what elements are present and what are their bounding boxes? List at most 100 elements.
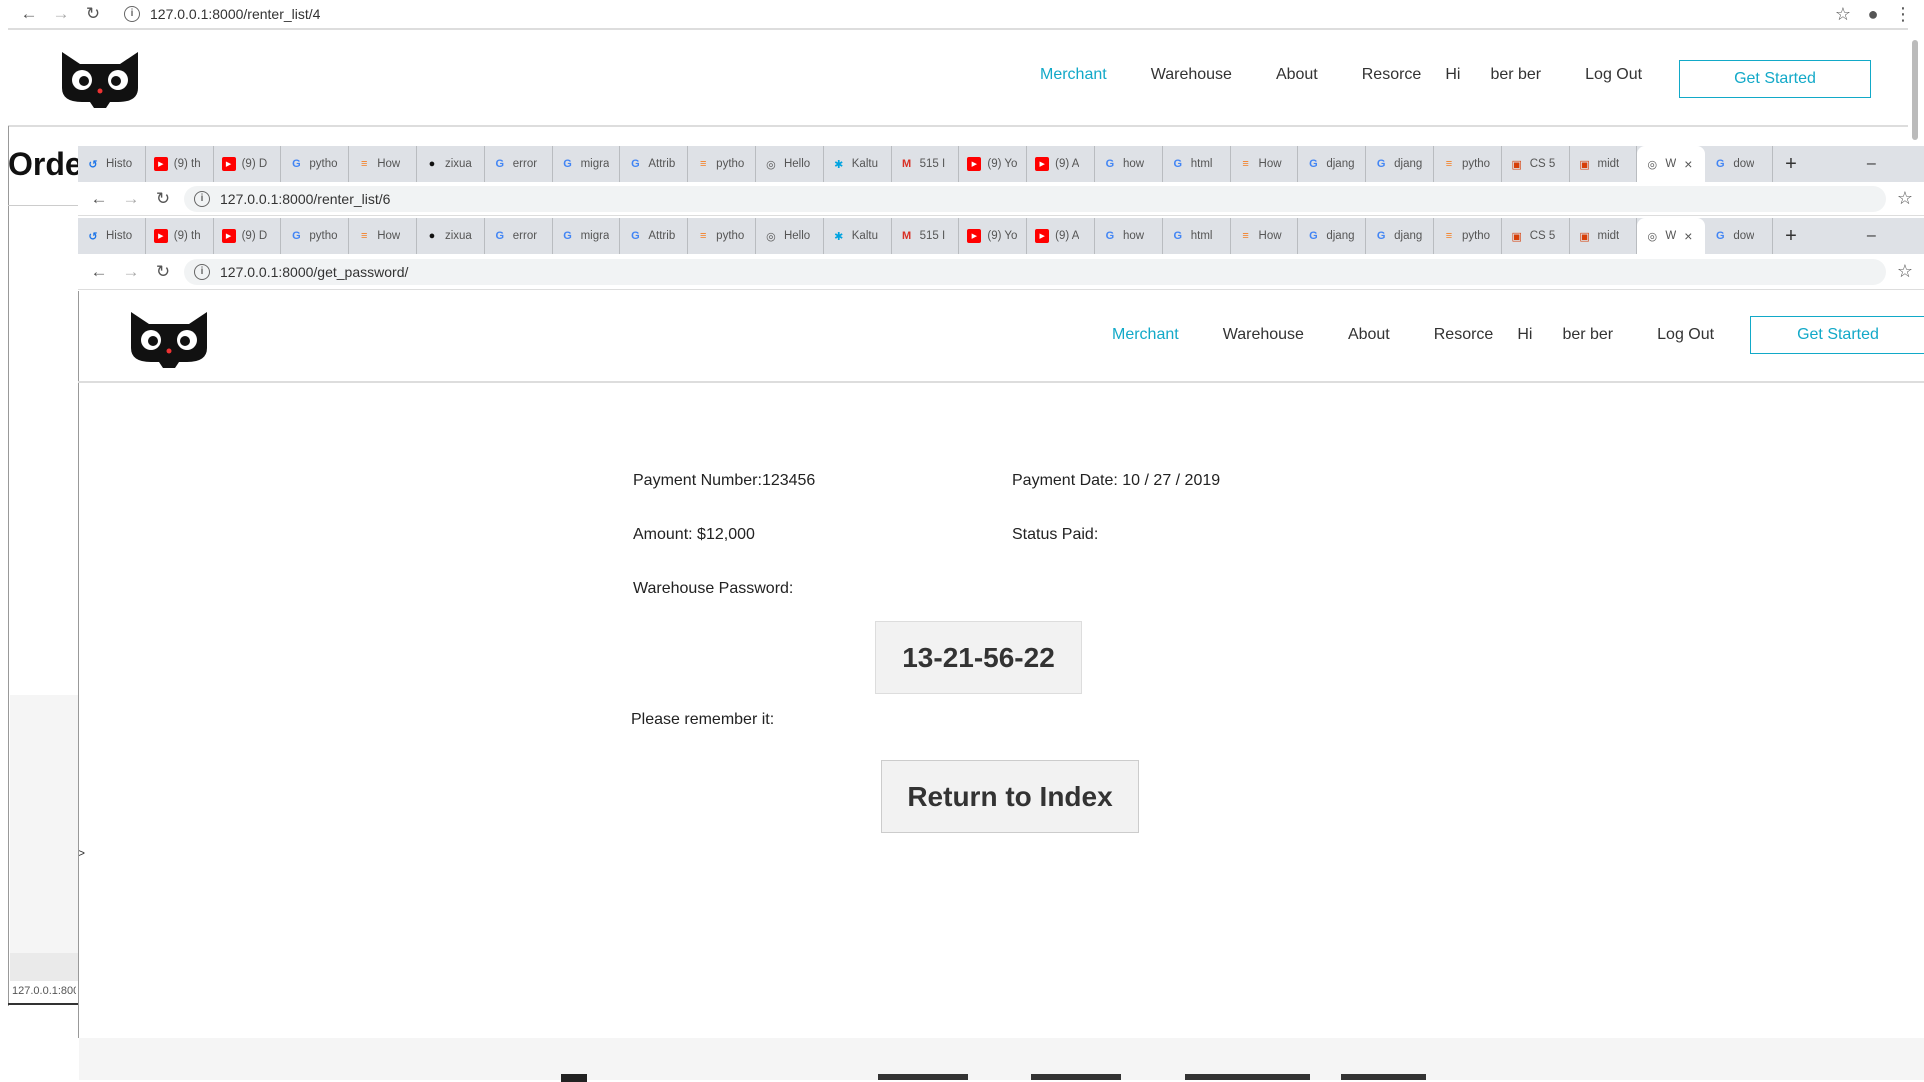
tab-label: migra bbox=[580, 230, 610, 242]
browser-tab[interactable]: ▶ (9) Yo bbox=[959, 218, 1028, 254]
browser-tab[interactable]: G Attrib bbox=[620, 146, 689, 182]
nav-about[interactable]: About bbox=[1348, 326, 1390, 344]
tab-label: (9) Yo bbox=[987, 230, 1018, 242]
browser-tab[interactable]: ≡ How bbox=[349, 218, 417, 254]
youtube-icon: ▶ bbox=[1035, 229, 1050, 243]
return-to-index-button[interactable]: Return to Index bbox=[881, 760, 1139, 833]
nav-about[interactable]: About bbox=[1276, 66, 1318, 84]
browser-tab[interactable]: Gerror bbox=[485, 146, 553, 182]
close-tab-icon[interactable]: × bbox=[1684, 156, 1692, 172]
browser-tab[interactable]: ◎ W × bbox=[1637, 146, 1706, 182]
browser-tab[interactable]: ≡ How bbox=[349, 146, 417, 182]
new-tab-icon[interactable]: + bbox=[1785, 225, 1797, 248]
browser-tab[interactable]: ▶ (9) A bbox=[1027, 146, 1095, 182]
bookmark-star-icon[interactable]: ☆ bbox=[1894, 188, 1916, 210]
browser-tab[interactable]: Gdjang bbox=[1298, 218, 1367, 254]
profile-icon[interactable]: ● bbox=[1862, 3, 1884, 25]
browser-tab[interactable]: ↺ Histo bbox=[78, 218, 146, 254]
nav-merchant[interactable]: Merchant bbox=[1112, 326, 1179, 344]
browser-tab[interactable]: Gdow bbox=[1705, 218, 1774, 254]
get-started-button[interactable]: Get Started bbox=[1679, 60, 1871, 98]
browser-tab[interactable]: ▶ (9) th bbox=[146, 146, 214, 182]
browser-tab[interactable]: Gdjang bbox=[1366, 218, 1434, 254]
browser-tab[interactable]: Gmigra bbox=[553, 146, 621, 182]
browser-tab[interactable]: Gmigra bbox=[553, 218, 621, 254]
info-icon[interactable]: i bbox=[124, 6, 140, 22]
back-arrow-icon[interactable]: ← bbox=[88, 261, 110, 283]
browser-tab[interactable]: ✱ Kaltu bbox=[824, 218, 892, 254]
browser-tab[interactable]: ≡ How bbox=[1231, 146, 1299, 182]
menu-dots-icon[interactable]: ⋮ bbox=[1892, 3, 1914, 25]
browser-tab[interactable]: ● zixua bbox=[417, 146, 485, 182]
browser-tab[interactable]: Gerror bbox=[485, 218, 553, 254]
browser-tab[interactable]: ≡ pytho bbox=[688, 218, 756, 254]
browser-tab[interactable]: ◎ Hello bbox=[756, 146, 824, 182]
nav-warehouse[interactable]: Warehouse bbox=[1223, 326, 1304, 344]
minimize-window-icon[interactable]: – bbox=[1867, 155, 1876, 173]
front-url-field[interactable]: i 127.0.0.1:8000/get_password/ bbox=[184, 258, 1886, 285]
back-arrow-icon[interactable]: ← bbox=[88, 188, 110, 210]
forward-arrow-icon[interactable]: → bbox=[120, 261, 142, 283]
browser-tab[interactable]: ▶ (9) Yo bbox=[959, 146, 1028, 182]
browser-tab[interactable]: Gdjang bbox=[1366, 146, 1434, 182]
browser-tab[interactable]: ◎ W × bbox=[1637, 218, 1706, 254]
forward-arrow-icon[interactable]: → bbox=[50, 3, 72, 25]
reload-icon[interactable]: ↻ bbox=[82, 3, 104, 25]
back-arrow-icon[interactable]: ← bbox=[18, 3, 40, 25]
forward-arrow-icon[interactable]: → bbox=[120, 188, 142, 210]
nav-logout[interactable]: Log Out bbox=[1657, 326, 1714, 344]
browser-tab[interactable]: G Attrib bbox=[620, 218, 689, 254]
browser-tab[interactable]: ✱ Kaltu bbox=[824, 146, 892, 182]
browser-tab[interactable]: M 515 I bbox=[892, 218, 960, 254]
browser-tab[interactable]: ◎ Hello bbox=[756, 218, 824, 254]
bookmark-star-icon[interactable]: ☆ bbox=[1832, 3, 1854, 25]
browser-tab[interactable]: Ghtml bbox=[1163, 218, 1231, 254]
browser-tab[interactable]: ▶ (9) th bbox=[146, 218, 214, 254]
browser-tab[interactable]: ≡ pytho bbox=[1434, 218, 1502, 254]
back-cat-logo[interactable] bbox=[58, 48, 142, 113]
browser-tab[interactable]: ↺ Histo bbox=[78, 146, 146, 182]
close-tab-icon[interactable]: × bbox=[1684, 228, 1692, 244]
back-scrollbar[interactable] bbox=[1912, 40, 1918, 140]
google-icon: G bbox=[1309, 230, 1318, 242]
browser-tab[interactable]: ≡ pytho bbox=[1434, 146, 1502, 182]
browser-tab[interactable]: ≡ How bbox=[1231, 218, 1299, 254]
browser-tab[interactable]: ≡ pytho bbox=[688, 146, 756, 182]
bookmark-star-icon[interactable]: ☆ bbox=[1894, 261, 1916, 283]
nav-resource[interactable]: Resorce bbox=[1362, 66, 1422, 84]
back-url-field[interactable]: i 127.0.0.1:8000/renter_list/4 bbox=[114, 1, 1824, 27]
browser-tab[interactable]: Ghow bbox=[1095, 146, 1163, 182]
nav-resource[interactable]: Resorce bbox=[1434, 326, 1494, 344]
browser-tab[interactable]: Gpytho bbox=[281, 146, 350, 182]
info-icon[interactable]: i bbox=[194, 263, 210, 280]
info-icon[interactable]: i bbox=[194, 190, 210, 207]
browser-tab[interactable]: Ghtml bbox=[1163, 146, 1231, 182]
nav-merchant[interactable]: Merchant bbox=[1040, 66, 1107, 84]
browser-tab[interactable]: ▣ CS 5 bbox=[1502, 218, 1570, 254]
browser-tab[interactable]: ▣ midt bbox=[1570, 146, 1638, 182]
browser-tab[interactable]: ▣ CS 5 bbox=[1502, 146, 1570, 182]
stackoverflow-icon: ≡ bbox=[1445, 158, 1453, 170]
browser-tab[interactable]: Gpytho bbox=[281, 218, 350, 254]
middle-url-field[interactable]: i 127.0.0.1:8000/renter_list/6 bbox=[184, 185, 1886, 212]
nav-warehouse[interactable]: Warehouse bbox=[1151, 66, 1232, 84]
reminder-text: Please remember it: bbox=[631, 711, 775, 728]
stackoverflow-icon: ≡ bbox=[699, 158, 707, 170]
browser-tab[interactable]: ● zixua bbox=[417, 218, 485, 254]
browser-tab[interactable]: ▣ midt bbox=[1570, 218, 1638, 254]
nav-logout[interactable]: Log Out bbox=[1585, 66, 1642, 84]
browser-tab[interactable]: ▶ (9) D bbox=[214, 146, 282, 182]
minimize-window-icon[interactable]: – bbox=[1867, 227, 1876, 245]
reload-icon[interactable]: ↻ bbox=[152, 188, 174, 210]
front-cat-logo[interactable] bbox=[127, 308, 211, 373]
tab-label: How bbox=[377, 158, 401, 170]
browser-tab[interactable]: ▶ (9) D bbox=[214, 218, 282, 254]
reload-icon[interactable]: ↻ bbox=[152, 261, 174, 283]
get-started-button[interactable]: Get Started bbox=[1750, 316, 1924, 354]
new-tab-icon[interactable]: + bbox=[1785, 153, 1797, 176]
browser-tab[interactable]: Ghow bbox=[1095, 218, 1163, 254]
browser-tab[interactable]: M 515 I bbox=[892, 146, 960, 182]
browser-tab[interactable]: ▶ (9) A bbox=[1027, 218, 1095, 254]
browser-tab[interactable]: Gdjang bbox=[1298, 146, 1367, 182]
browser-tab[interactable]: Gdow bbox=[1705, 146, 1774, 182]
